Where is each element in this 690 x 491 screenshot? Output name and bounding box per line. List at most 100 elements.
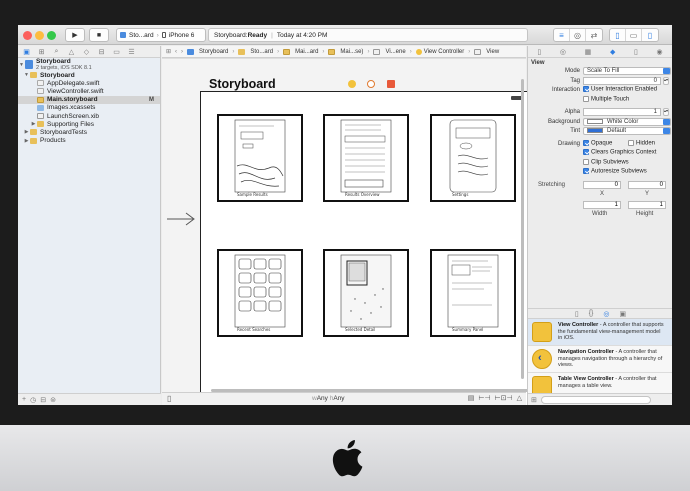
disclosure-closed-icon[interactable]: ▶ xyxy=(23,138,30,144)
tree-row-group[interactable]: ▼ Storyboard xyxy=(18,71,160,79)
scm-icon[interactable]: ⊟ xyxy=(40,396,46,404)
stretch-x-field[interactable]: 0 xyxy=(583,180,621,189)
size-class-control[interactable]: wAny hAny xyxy=(312,395,345,402)
library-item[interactable]: ‹ Navigation Controller - A controller t… xyxy=(528,346,672,373)
tree-row-file[interactable]: LaunchScreen.xib xyxy=(18,112,160,120)
breadcrumb-item[interactable]: View Controller xyxy=(415,48,464,55)
editor-mode-control[interactable]: ≡ ◎ ⇄ xyxy=(553,28,603,42)
hidden-checkbox[interactable]: Hidden xyxy=(628,139,655,146)
quick-help-icon[interactable]: ◎ xyxy=(560,48,566,56)
alpha-stepper[interactable]: ▴▾ xyxy=(663,108,669,116)
pin-icon[interactable]: ⊢⊡⊣ xyxy=(495,394,513,402)
vertical-scrollbar[interactable] xyxy=(521,79,524,379)
tint-popup[interactable]: Default xyxy=(583,127,671,135)
library-filter-input[interactable] xyxy=(540,395,651,404)
file-inspector-icon[interactable]: ▯ xyxy=(537,48,541,56)
grid-view-icon[interactable]: ⊞ xyxy=(531,396,537,404)
symbol-icon[interactable]: ⊞ xyxy=(37,48,46,56)
exit-icon[interactable] xyxy=(387,80,395,88)
log-icon[interactable]: ☰ xyxy=(127,48,136,56)
background-popup[interactable]: White Color xyxy=(583,117,671,126)
add-icon[interactable]: + xyxy=(22,396,26,403)
version-editor-icon[interactable]: ⇄ xyxy=(586,29,602,41)
opaque-checkbox[interactable]: Opaque xyxy=(583,139,612,146)
tree-row-file[interactable]: AppDelegate.swift xyxy=(18,79,160,87)
tree-row-group[interactable]: ▶ Products xyxy=(18,137,160,145)
minimize-window-button[interactable] xyxy=(35,31,44,40)
standard-editor-icon[interactable]: ≡ xyxy=(554,29,570,41)
stretch-height-field[interactable]: 1 xyxy=(628,200,666,209)
mode-popup[interactable]: Scale To Fill xyxy=(583,67,671,75)
breakpoint-icon[interactable]: ▭ xyxy=(112,48,121,56)
size-inspector-icon[interactable]: ▯ xyxy=(634,48,638,56)
disclosure-closed-icon[interactable]: ▶ xyxy=(30,121,37,127)
tree-row-file-selected[interactable]: Main.storyboard M xyxy=(18,95,160,104)
stack-icon[interactable]: ▤ xyxy=(468,394,475,402)
identity-inspector-icon[interactable]: ▦ xyxy=(585,48,592,56)
assistant-editor-icon[interactable]: ◎ xyxy=(570,29,586,41)
wireframe-sketch[interactable]: Sample Results xyxy=(217,114,303,202)
scheme-selector[interactable]: Sto...ard › iPhone 6 xyxy=(116,28,206,42)
breadcrumb-item[interactable]: Vi...ene xyxy=(373,48,406,55)
wireframe-sketch[interactable]: Results Overview xyxy=(323,114,409,202)
library-item[interactable]: View Controller - A controller that supp… xyxy=(528,319,672,346)
attributes-inspector-icon[interactable]: ◆ xyxy=(610,48,615,56)
file-template-icon[interactable]: ▯ xyxy=(575,310,579,318)
utilities-toggle-icon[interactable]: ▯ xyxy=(642,29,658,41)
run-button[interactable]: ▶ xyxy=(65,28,85,42)
tree-row-file[interactable]: Images.xcassets xyxy=(18,104,160,112)
resolve-icon[interactable]: △ xyxy=(517,394,522,402)
navigator-toggle-icon[interactable]: ▯ xyxy=(610,29,626,41)
wireframe-sketch[interactable]: Recent Searches xyxy=(217,249,303,337)
disclosure-open-icon[interactable]: ▼ xyxy=(18,62,25,68)
back-icon[interactable]: ‹ xyxy=(175,49,177,55)
object-library-icon[interactable]: ◎ xyxy=(603,310,609,318)
multiple-touch-checkbox[interactable]: Multiple Touch xyxy=(583,95,629,102)
alpha-field[interactable]: 1 xyxy=(583,108,661,116)
tag-stepper[interactable]: ▴▾ xyxy=(663,76,669,85)
document-outline-icon[interactable]: ▯ xyxy=(167,394,171,403)
view-toggle-control[interactable]: ▯ ▭ ▯ xyxy=(609,28,659,42)
breadcrumb-item[interactable]: Sto...ard xyxy=(238,48,273,55)
storyboard-canvas[interactable]: Storyboard Sample Results Results Overvi… xyxy=(162,59,532,405)
initial-view-controller-arrow-icon[interactable] xyxy=(166,211,196,227)
breadcrumb-item[interactable]: Mai...ard xyxy=(283,48,318,55)
tree-row-file[interactable]: ViewController.swift xyxy=(18,87,160,95)
debug-toggle-icon[interactable]: ▭ xyxy=(626,29,642,41)
align-icon[interactable]: ⊢⊣ xyxy=(478,394,490,402)
tag-field[interactable]: 0 xyxy=(583,76,661,85)
filter-icon[interactable]: ⊜ xyxy=(50,396,56,404)
stretch-width-field[interactable]: 1 xyxy=(583,200,621,209)
breadcrumb-item[interactable]: Mai...se) xyxy=(328,48,363,55)
breadcrumb-item[interactable]: Storyboard xyxy=(187,48,228,55)
wireframe-sketch[interactable]: Summary Panel xyxy=(430,249,516,337)
breadcrumb-item[interactable]: View xyxy=(474,48,499,55)
first-responder-icon[interactable] xyxy=(367,80,375,88)
disclosure-closed-icon[interactable]: ▶ xyxy=(23,129,30,135)
tree-row-group[interactable]: ▶ StoryboardTests xyxy=(18,128,160,136)
stop-button[interactable]: ■ xyxy=(89,28,109,42)
search-icon[interactable]: ⌕ xyxy=(52,48,61,56)
forward-icon[interactable]: › xyxy=(181,49,183,55)
debug-icon[interactable]: ⊟ xyxy=(97,48,106,56)
wireframe-sketch[interactable]: Selected Detail xyxy=(323,249,409,337)
autoresize-checkbox[interactable]: Autoresize Subviews xyxy=(583,168,647,175)
test-icon[interactable]: ◇ xyxy=(82,48,91,56)
disclosure-open-icon[interactable]: ▼ xyxy=(23,72,30,78)
related-items-icon[interactable]: ⊞ xyxy=(166,48,171,55)
connections-inspector-icon[interactable]: ◉ xyxy=(657,48,663,56)
tree-row-group[interactable]: ▶ Supporting Files xyxy=(18,120,160,128)
recent-icon[interactable]: ◷ xyxy=(30,396,36,404)
stretch-y-field[interactable]: 0 xyxy=(628,180,666,189)
view-controller-scene[interactable]: Sample Results Results Overview Settings… xyxy=(200,91,532,405)
clears-graphics-checkbox[interactable]: Clears Graphics Context xyxy=(583,149,656,156)
code-snippet-icon[interactable]: {} xyxy=(589,310,594,317)
view-controller-icon[interactable] xyxy=(348,80,356,88)
clip-subviews-checkbox[interactable]: Clip Subviews xyxy=(583,158,629,165)
zoom-window-button[interactable] xyxy=(47,31,56,40)
wireframe-sketch[interactable]: Settings xyxy=(430,114,516,202)
close-window-button[interactable] xyxy=(23,31,32,40)
warning-icon[interactable]: △ xyxy=(67,48,76,56)
tree-row-project[interactable]: ▼ Storyboard 2 targets, iOS SDK 8.1 xyxy=(18,58,160,71)
user-interaction-checkbox[interactable]: User Interaction Enabled xyxy=(583,86,657,93)
